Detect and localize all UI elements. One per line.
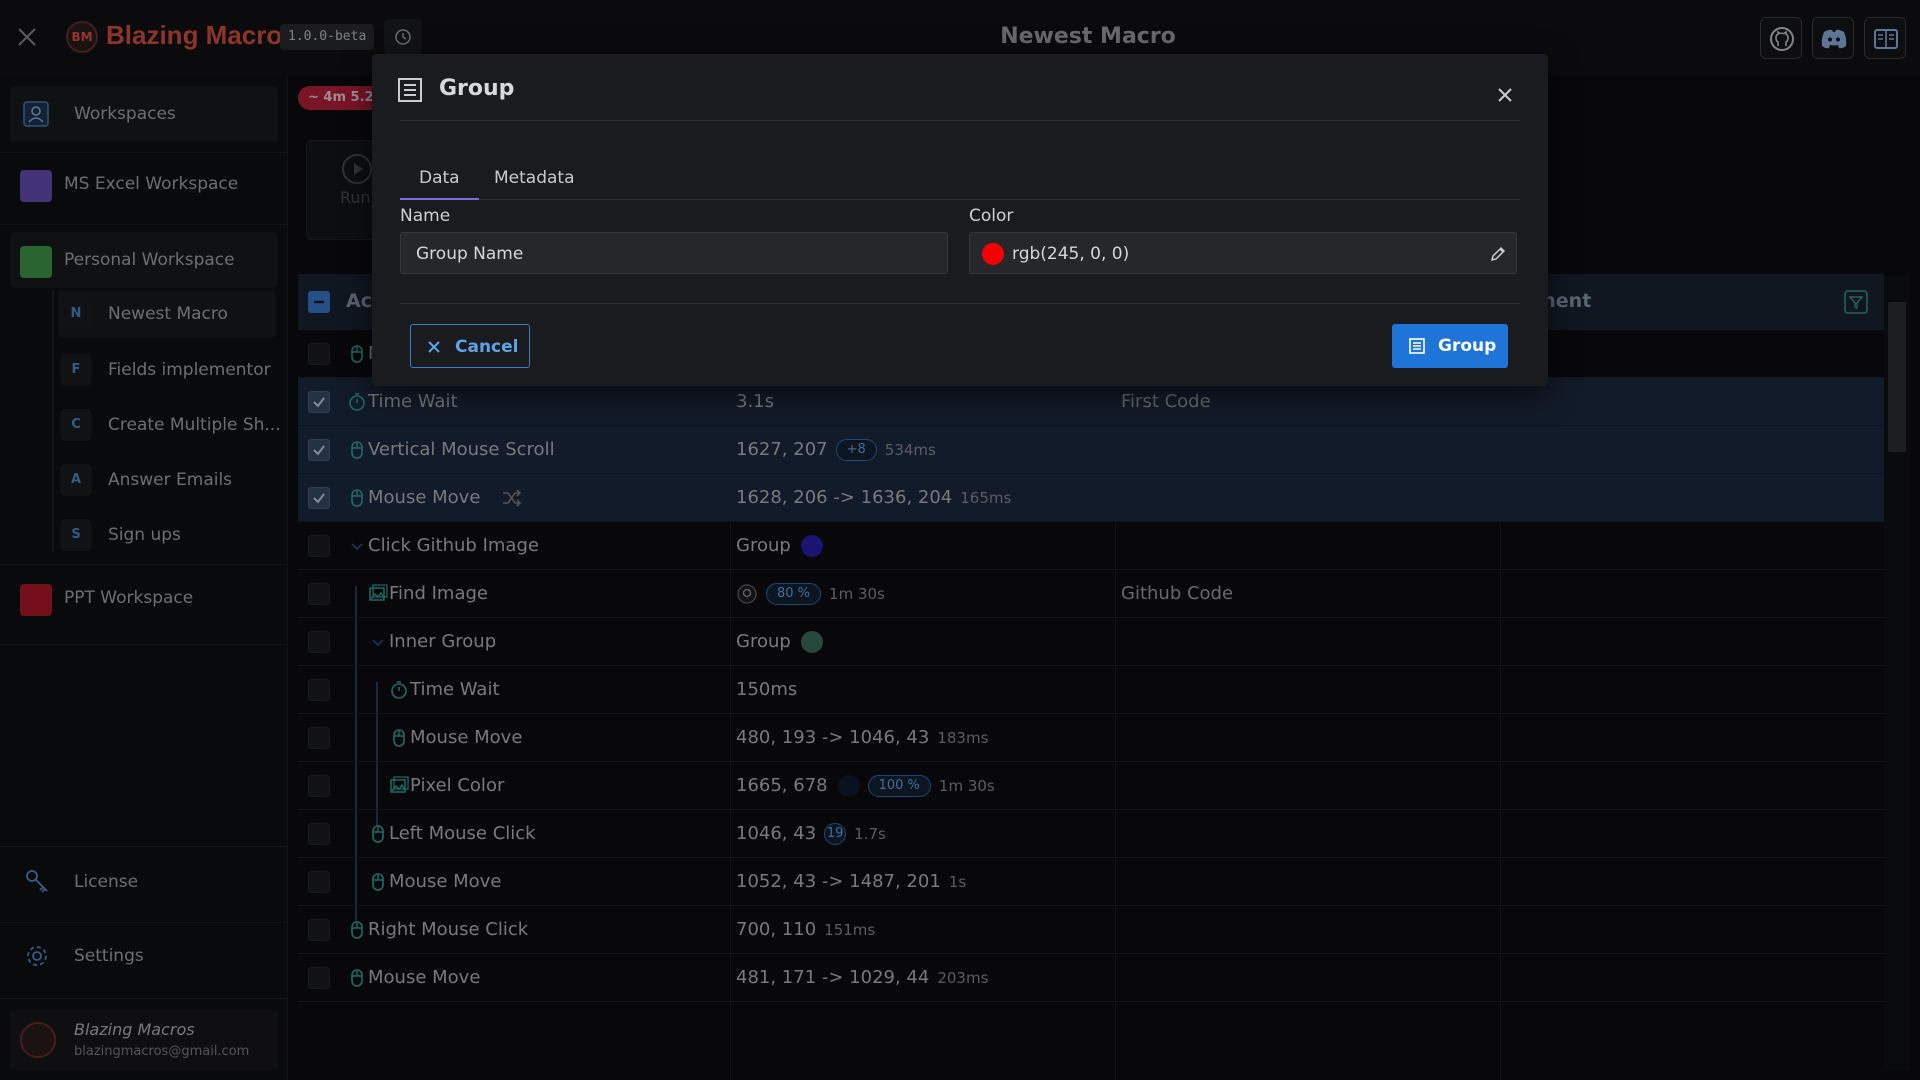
cancel-button[interactable]: Cancel (410, 324, 530, 368)
cancel-label: Cancel (455, 337, 519, 357)
close-icon (427, 340, 441, 354)
tab-metadata[interactable]: Metadata (475, 168, 594, 200)
group-dialog: Group Data Metadata Name Group Name Colo… (372, 54, 1548, 386)
group-submit-button[interactable]: Group (1392, 324, 1508, 368)
group-icon (396, 76, 424, 104)
dialog-title: Group (439, 76, 515, 101)
name-label: Name (400, 206, 451, 226)
color-swatch[interactable] (982, 243, 1004, 265)
divider (400, 303, 1520, 304)
color-value: rgb(245, 0, 0) (1012, 244, 1130, 264)
group-icon (1408, 337, 1426, 355)
divider (400, 120, 1520, 121)
tab-data[interactable]: Data (400, 168, 479, 200)
color-label: Color (969, 206, 1014, 226)
dialog-tabs: Data Metadata (400, 130, 1520, 200)
close-icon[interactable] (1494, 84, 1516, 106)
color-input[interactable]: rgb(245, 0, 0) (969, 232, 1517, 274)
group-name-value: Group Name (416, 244, 524, 264)
pencil-icon[interactable] (1488, 244, 1508, 264)
group-name-input[interactable]: Group Name (400, 232, 948, 274)
group-label: Group (1438, 336, 1497, 356)
